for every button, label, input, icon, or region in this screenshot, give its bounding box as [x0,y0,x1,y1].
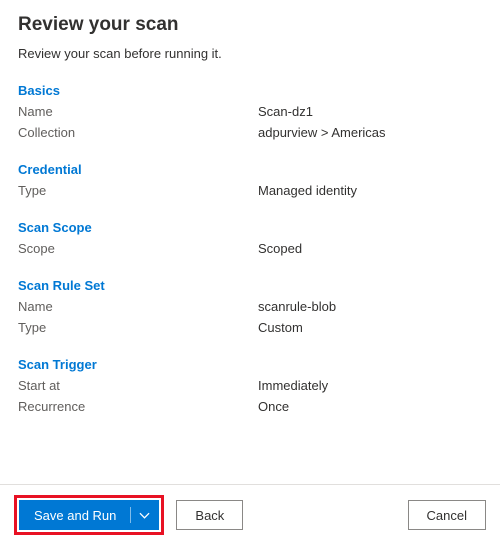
ruleset-type-label: Type [18,320,258,335]
ruleset-name-label: Name [18,299,258,314]
credential-type-value: Managed identity [258,183,357,198]
section-basics: Basics Name Scan-dz1 Collection adpurvie… [18,83,482,140]
section-heading-basics: Basics [18,83,482,98]
highlight-box: Save and Run [14,495,164,535]
basics-collection-label: Collection [18,125,258,140]
ruleset-type-value: Custom [258,320,303,335]
chevron-down-icon [139,510,150,521]
save-and-run-button[interactable]: Save and Run [19,500,159,530]
scope-label: Scope [18,241,258,256]
trigger-recurrence-label: Recurrence [18,399,258,414]
cancel-button[interactable]: Cancel [408,500,486,530]
basics-name-label: Name [18,104,258,119]
section-heading-trigger: Scan Trigger [18,357,482,372]
save-and-run-dropdown[interactable] [131,501,158,529]
section-heading-credential: Credential [18,162,482,177]
section-heading-scope: Scan Scope [18,220,482,235]
save-and-run-label: Save and Run [20,501,130,529]
page-title: Review your scan [18,14,482,36]
trigger-recurrence-value: Once [258,399,289,414]
section-credential: Credential Type Managed identity [18,162,482,198]
page-subtitle: Review your scan before running it. [18,46,482,61]
section-trigger: Scan Trigger Start at Immediately Recurr… [18,357,482,414]
section-scope: Scan Scope Scope Scoped [18,220,482,256]
scope-value: Scoped [258,241,302,256]
credential-type-label: Type [18,183,258,198]
basics-name-value: Scan-dz1 [258,104,313,119]
trigger-start-value: Immediately [258,378,328,393]
ruleset-name-value: scanrule-blob [258,299,336,314]
footer-bar: Save and Run Back Cancel [0,484,500,545]
back-button[interactable]: Back [176,500,243,530]
trigger-start-label: Start at [18,378,258,393]
section-heading-ruleset: Scan Rule Set [18,278,482,293]
section-ruleset: Scan Rule Set Name scanrule-blob Type Cu… [18,278,482,335]
basics-collection-value: adpurview > Americas [258,125,386,140]
